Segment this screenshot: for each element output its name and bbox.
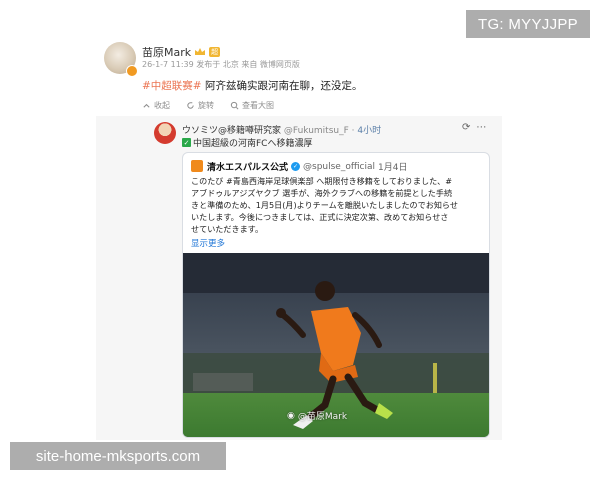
watermark-site: site-home-mksports.com [10, 442, 226, 470]
quoted-line: アブドゥルアジズヤクブ 選手が、海外クラブへの移籍を前提とした手続 [191, 188, 453, 198]
repost-author: ウソミツ@移籍噂研究家 [182, 126, 282, 136]
show-more-link: 显示更多 [191, 239, 226, 249]
rotate-icon [187, 102, 194, 109]
retweet-icon: ⟳ [462, 122, 471, 133]
crown-icon [195, 48, 206, 55]
collapse-icon [143, 103, 150, 108]
collapse-label: 收起 [154, 101, 170, 110]
photo-credit-text: @苗原Mark [297, 412, 348, 422]
quoted-tweet: 清水エスパルス公式 ✓ @spulse_official 1月4日 このたび #… [182, 152, 490, 438]
weibo-logo-icon: ◉ [287, 410, 295, 421]
repost-time: 4小时 [357, 126, 382, 136]
repost-header: ウソミツ@移籍噂研究家 @Fukumitsu_F · 4小时 [182, 123, 381, 136]
hashtag-link[interactable]: #中超联赛# [142, 80, 202, 92]
post-author[interactable]: 苗原Mark [142, 44, 191, 60]
check-icon: ✓ [182, 138, 191, 147]
weibo-post-card: 苗原Mark 超 26-1-7 11:39 发布于 北京 来自 微博网页版 #中… [96, 38, 502, 440]
post-text: #中超联赛# 阿齐兹确实跟河南在聊，还没定。 [142, 78, 362, 93]
photo-credit: ◉ @苗原Mark [287, 409, 348, 423]
post-author-row: 苗原Mark 超 [142, 44, 221, 60]
view-large-label: 查看大图 [242, 101, 274, 110]
player-photo: ◉ @苗原Mark [183, 253, 489, 437]
verified-badge-icon [126, 65, 138, 77]
more-icon: ⋯ [476, 122, 487, 133]
post-meta: 26-1-7 11:39 发布于 北京 来自 微博网页版 [142, 60, 300, 69]
watermark-tg: TG: MYYJJPP [466, 10, 590, 38]
quoted-handle: @spulse_official [303, 161, 376, 172]
rotate-label: 旋转 [198, 101, 214, 110]
repost-handle: @Fukumitsu_F [283, 126, 349, 136]
level-badge: 超 [209, 47, 221, 57]
quoted-author: 清水エスパルス公式 [207, 163, 289, 173]
post-body: 阿齐兹确实跟河南在聊，还没定。 [201, 80, 363, 92]
view-large-button[interactable]: 查看大图 [230, 100, 274, 111]
embedded-image[interactable]: ウソミツ@移籍噂研究家 @Fukumitsu_F · 4小时 ⟳ ⋯ ✓ 中国超… [96, 116, 502, 440]
repost-text-row: ✓ 中国超級の河南FCへ移籍濃厚 [182, 136, 312, 149]
collapse-button[interactable]: 收起 [142, 100, 170, 111]
quoted-time: 1月4日 [378, 163, 408, 173]
quoted-body: このたび #青島西海岸足球倶楽部 へ期限付き移籍をしておりました、# アブドゥル… [191, 175, 483, 235]
rotate-button[interactable]: 旋转 [186, 100, 214, 111]
quoted-header: 清水エスパルス公式 ✓ @spulse_official 1月4日 [207, 160, 408, 174]
verified-icon: ✓ [291, 162, 301, 171]
repost-icons: ⟳ ⋯ [462, 122, 486, 133]
quoted-line: このたび #青島西海岸足球倶楽部 へ期限付き移籍をしておりました、# [191, 176, 453, 186]
repost-text: 中国超級の河南FCへ移籍濃厚 [193, 139, 313, 149]
repost-avatar [154, 122, 176, 144]
quoted-line: いたします。今後につきましては、正式に決定次第、改めてお知らせさ [191, 212, 449, 222]
quoted-line: きと準備のため、1月5日(月)よりチームを離脱いたしましたのでお知らせ [191, 200, 458, 210]
quoted-line: せていただきます。 [191, 224, 264, 234]
view-large-icon [230, 101, 239, 110]
image-actions: 收起 旋转 查看大图 [142, 100, 274, 111]
club-logo-icon [191, 160, 203, 172]
